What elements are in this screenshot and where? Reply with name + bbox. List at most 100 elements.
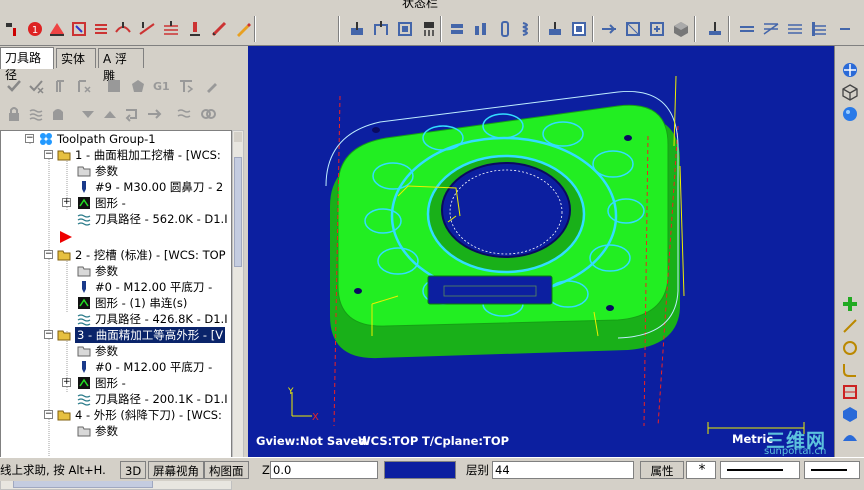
insert-marker-icon[interactable] <box>59 229 73 245</box>
tree-node-op3-tool[interactable]: #0 - M12.00 平底刀 - <box>77 359 212 375</box>
scroll-up-arrow-icon[interactable] <box>234 132 242 142</box>
line-style-icon[interactable] <box>736 18 758 40</box>
wave-icon[interactable] <box>174 104 194 124</box>
drill-down-icon[interactable] <box>184 18 206 40</box>
surface-tool-icon[interactable] <box>839 426 861 446</box>
contour-icon[interactable] <box>46 18 68 40</box>
expand-root[interactable]: − <box>25 134 34 143</box>
fillet-tool-icon[interactable] <box>839 360 861 380</box>
surface-rough-icon[interactable] <box>112 18 134 40</box>
align-left-icon[interactable] <box>446 18 468 40</box>
screen-view-button[interactable]: 屏幕视角 <box>148 461 204 479</box>
z-depth-input[interactable]: 0.0 <box>270 461 378 479</box>
simulate-icon[interactable] <box>394 18 416 40</box>
select-all-icon[interactable] <box>4 76 24 96</box>
post-icon[interactable] <box>418 18 440 40</box>
backplot-shape-icon[interactable] <box>128 76 148 96</box>
tree-node-op1-toolpath[interactable]: 刀具路径 - 562.0K - D1.I <box>77 211 228 227</box>
verify-selected-icon[interactable] <box>74 76 94 96</box>
tab-toolpaths[interactable]: 刀具路径 <box>0 47 54 82</box>
expand-op1[interactable]: − <box>44 150 53 159</box>
surface-finish-icon[interactable] <box>136 18 158 40</box>
scroll-thumb[interactable] <box>234 157 242 267</box>
tree-node-op2-geometry[interactable]: 图形 - (1) 串连(s) <box>77 295 187 311</box>
move-down-icon[interactable] <box>78 104 98 124</box>
tree-node-op2-tool[interactable]: #0 - M12.00 平底刀 - <box>77 279 212 295</box>
face-icon[interactable] <box>90 18 112 40</box>
tree-node-op3-params[interactable]: 参数 <box>77 343 118 359</box>
engrave-icon[interactable] <box>208 18 230 40</box>
line-width-select[interactable] <box>804 461 860 479</box>
tree-node-op2-params[interactable]: 参数 <box>77 263 118 279</box>
layer-stack-icon[interactable] <box>784 18 806 40</box>
solid-shape-icon[interactable] <box>839 404 861 424</box>
dim-icon[interactable] <box>808 18 830 40</box>
view-cube-icon[interactable] <box>839 82 861 102</box>
tree-node-op3-geometry[interactable]: 图形 - <box>77 375 126 391</box>
expand-op4[interactable]: − <box>44 410 53 419</box>
shaded-sphere-icon[interactable] <box>839 104 861 124</box>
verify-icon[interactable] <box>346 18 368 40</box>
tool-manager-icon[interactable] <box>544 18 566 40</box>
drill-number-icon[interactable]: 1 <box>24 18 46 40</box>
toggle-post-icon[interactable] <box>48 104 68 124</box>
pencil-icon[interactable] <box>232 18 254 40</box>
view-pan-icon[interactable] <box>839 60 861 80</box>
level-input[interactable]: 44 <box>492 461 634 479</box>
tree-node-group[interactable]: Toolpath Group-1 <box>39 131 156 147</box>
expand-op3[interactable]: − <box>44 330 53 339</box>
expand-op3-geometry[interactable]: + <box>62 378 71 387</box>
tree-node-op4[interactable]: 4 - 外形 (斜降下刀) - [WCS: <box>57 407 222 423</box>
tree-node-op2-toolpath[interactable]: 刀具路径 - 426.8K - D1.I <box>77 311 228 327</box>
move-up-icon[interactable] <box>100 104 120 124</box>
expand-op1-geometry[interactable]: + <box>62 198 71 207</box>
gcode-icon[interactable]: G1 <box>150 76 170 96</box>
spring-icon[interactable] <box>516 18 538 40</box>
tree-node-op3-toolpath[interactable]: 刀具路径 - 200.1K - D1.I <box>77 391 228 407</box>
parallel-icon[interactable] <box>160 18 182 40</box>
transform-icon[interactable] <box>646 18 668 40</box>
select-box-icon[interactable] <box>622 18 644 40</box>
pocket-icon[interactable] <box>68 18 90 40</box>
column-icon[interactable] <box>494 18 516 40</box>
regen-dirty-icon[interactable] <box>52 76 72 96</box>
tree-node-op4-params[interactable]: 参数 <box>77 423 118 439</box>
construction-plane-button[interactable]: 构图面 <box>204 461 249 479</box>
machine-icon[interactable] <box>704 18 726 40</box>
graphics-viewport[interactable]: Y X Gview:Not Saved WCS:TOP T/Cplane:TOP… <box>248 46 834 457</box>
line-tool-icon[interactable] <box>839 316 861 336</box>
insert-arrow-icon[interactable] <box>122 104 142 124</box>
edit-pencil-icon[interactable] <box>202 76 222 96</box>
regen-icon[interactable] <box>26 76 46 96</box>
align-icon[interactable] <box>470 18 492 40</box>
tree-node-op2[interactable]: 2 - 挖槽 (标准) - [WCS: TOP <box>57 247 226 263</box>
attributes-button[interactable]: 属性 <box>640 461 684 479</box>
circle-tool-icon[interactable] <box>839 338 861 358</box>
solid-cube-icon[interactable] <box>670 18 692 40</box>
color-swatch[interactable] <box>384 461 456 479</box>
high-speed-icon[interactable] <box>176 76 196 96</box>
add-point-icon[interactable] <box>839 294 861 314</box>
toggle-display-icon[interactable] <box>26 104 46 124</box>
stock-icon[interactable] <box>568 18 590 40</box>
expand-op2[interactable]: − <box>44 250 53 259</box>
stop-square-icon[interactable] <box>104 76 124 96</box>
hatch-icon[interactable] <box>760 18 782 40</box>
tree-node-op1-tool[interactable]: #9 - M30.00 圆鼻刀 - 2 <box>77 179 223 195</box>
line-style-select[interactable] <box>720 461 800 479</box>
lock-icon[interactable] <box>4 104 24 124</box>
point-style-select[interactable]: * <box>686 461 716 479</box>
tree-node-op1-geometry[interactable]: 图形 - <box>77 195 126 211</box>
toolpath-tool-icon[interactable] <box>2 18 24 40</box>
tree-node-op1[interactable]: 1 - 曲面粗加工挖槽 - [WCS: <box>57 147 221 163</box>
tree-vertical-scrollbar[interactable] <box>232 130 244 476</box>
tab-art[interactable]: A 浮雕 <box>98 48 144 83</box>
extra-tool-icon[interactable] <box>834 18 856 40</box>
tab-solids[interactable]: 实体 <box>56 48 96 68</box>
trim-icon[interactable] <box>598 18 620 40</box>
tree-node-op1-params[interactable]: 参数 <box>77 163 118 179</box>
link-icon[interactable] <box>198 104 218 124</box>
backplot-icon[interactable] <box>370 18 392 40</box>
rectangle-tool-icon[interactable] <box>839 382 861 402</box>
3d-button[interactable]: 3D <box>120 461 147 479</box>
